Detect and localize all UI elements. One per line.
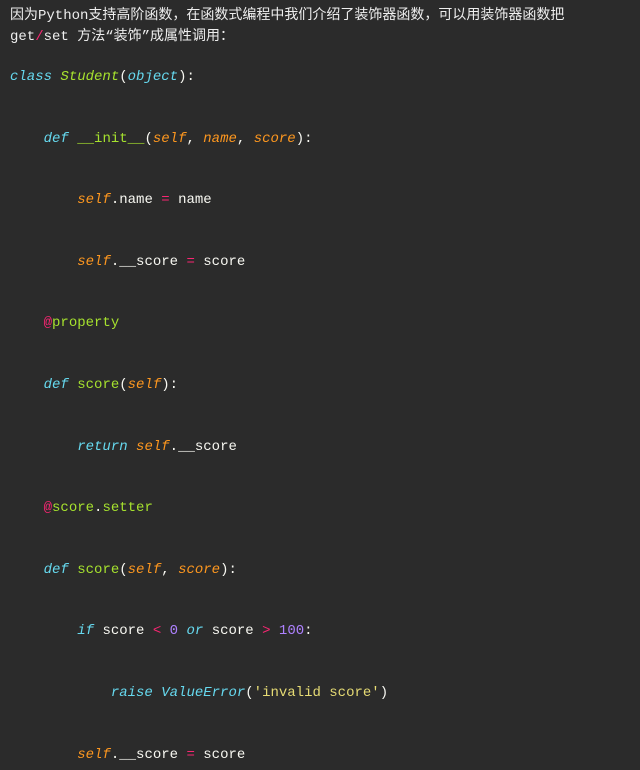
intro-get: get (10, 29, 35, 45)
op-eq: = (153, 192, 178, 208)
intro-python: Python (38, 8, 88, 24)
intro-set: set (44, 29, 69, 45)
param-self: self (153, 131, 187, 147)
self-ref: self (77, 192, 111, 208)
param-score: score (254, 131, 296, 147)
kw-raise: raise (111, 685, 153, 701)
decorator-property: property (52, 315, 119, 331)
fn-score: score (77, 377, 119, 393)
str-invalid: 'invalid score' (254, 685, 380, 701)
num-zero: 0 (170, 623, 178, 639)
fn-score-setter: score (77, 562, 119, 578)
kw-class: class (10, 69, 52, 85)
attr-name: name (119, 192, 153, 208)
kw-or: or (178, 623, 212, 639)
kw-return: return (77, 439, 127, 455)
intro-slash: / (35, 29, 43, 45)
intro-text-c: 方法“装饰”成属性调用： (69, 29, 234, 45)
attr-uscore: __score (119, 254, 178, 270)
fn-init: __init__ (77, 131, 144, 147)
code-block: class Student(object): def __init__(self… (10, 62, 630, 770)
param-name: name (203, 131, 237, 147)
op-gt: > (254, 623, 279, 639)
intro-text-a: 因为 (10, 8, 38, 24)
var-score: score (102, 623, 144, 639)
decorator-setter: setter (102, 500, 152, 516)
kw-if: if (77, 623, 94, 639)
kw-def: def (44, 131, 69, 147)
intro-paragraph: 因为Python支持高阶函数，在函数式编程中我们介绍了装饰器函数，可以用装饰器函… (10, 6, 630, 48)
intro-text-b: 支持高阶函数，在函数式编程中我们介绍了装饰器函数，可以用装饰器函数把 (88, 8, 564, 24)
self-ref: self (77, 254, 111, 270)
base-object: object (128, 69, 178, 85)
decorator-score: score (52, 500, 94, 516)
num-hundred: 100 (279, 623, 304, 639)
rhs-score: score (203, 254, 245, 270)
rhs-name: name (178, 192, 212, 208)
class-name: Student (60, 69, 119, 85)
op-lt: < (144, 623, 169, 639)
cls-valueerror: ValueError (161, 685, 245, 701)
